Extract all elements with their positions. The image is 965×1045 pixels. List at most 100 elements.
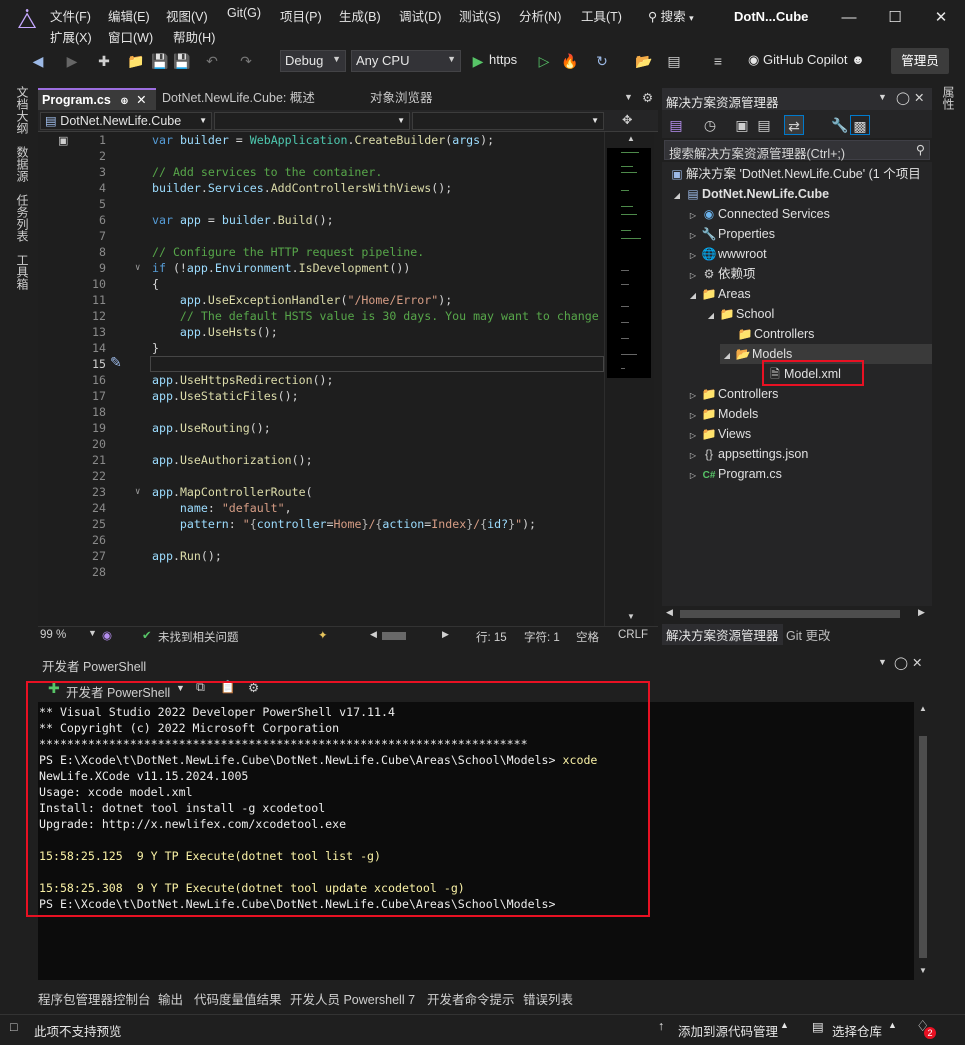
document-outline-tab[interactable]: 文档大纲 bbox=[14, 86, 31, 134]
menu-project[interactable]: 项目(P) bbox=[280, 6, 322, 25]
tab-developer-powershell-7[interactable]: 开发人员 Powershell 7 bbox=[290, 989, 415, 1008]
collapsed-chevron-icon[interactable]: ▷ bbox=[686, 266, 700, 286]
collapsed-chevron-icon[interactable]: ▷ bbox=[686, 386, 700, 406]
scroll-up-icon[interactable]: ▲ bbox=[919, 704, 927, 713]
pin-icon[interactable]: ◯ bbox=[896, 90, 910, 105]
github-copilot-button[interactable]: ◉ GitHub Copilot ☻ bbox=[748, 52, 865, 68]
tree-node-dependencies[interactable]: ▷ ⚙ 依赖项 bbox=[686, 264, 756, 284]
scroll-down-icon[interactable]: ▼ bbox=[627, 612, 635, 621]
horizontal-scroll-thumb[interactable] bbox=[680, 610, 900, 618]
scroll-left-icon[interactable]: ◀ bbox=[370, 629, 377, 640]
tree-node-connected-services[interactable]: ▷ ◉ Connected Services bbox=[686, 204, 830, 224]
tab-package-manager-console[interactable]: 程序包管理器控制台 bbox=[38, 989, 151, 1008]
redo-icon[interactable]: ↷ bbox=[236, 51, 256, 71]
collapsed-chevron-icon[interactable]: ▷ bbox=[686, 206, 700, 226]
scroll-down-icon[interactable]: ▼ bbox=[919, 966, 927, 975]
tab-solution-explorer[interactable]: 解决方案资源管理器 bbox=[662, 624, 783, 645]
horizontal-scroll-thumb[interactable] bbox=[382, 632, 406, 640]
preview-selected-icon[interactable]: ▩ bbox=[850, 115, 870, 135]
align-icon[interactable]: ≡ bbox=[708, 51, 728, 71]
navigate-back-icon[interactable]: ◀ bbox=[28, 51, 48, 71]
split-editor-icon[interactable]: ✥ bbox=[622, 112, 632, 127]
menu-help[interactable]: 帮助(H) bbox=[173, 27, 215, 46]
open-file-icon[interactable]: 📁 bbox=[126, 51, 146, 71]
tab-developer-command-prompt[interactable]: 开发者命令提示 bbox=[427, 989, 515, 1008]
hot-reload-icon[interactable]: 🔥 bbox=[560, 51, 580, 71]
pin-icon[interactable]: ◯ bbox=[894, 655, 908, 670]
expanded-chevron-icon[interactable]: ◢ bbox=[670, 186, 684, 206]
menu-test[interactable]: 测试(S) bbox=[459, 6, 501, 25]
scroll-up-icon[interactable]: ▲ bbox=[627, 134, 635, 143]
scroll-right-icon[interactable]: ▶ bbox=[442, 629, 449, 640]
collapsed-chevron-icon[interactable]: ▷ bbox=[686, 226, 700, 246]
close-icon[interactable]: ✕ bbox=[914, 90, 924, 105]
tab-output[interactable]: 输出 bbox=[158, 989, 183, 1008]
tree-node-controllers[interactable]: ▷ 📁 Controllers bbox=[686, 384, 779, 406]
member-nav-select[interactable]: ▼ bbox=[412, 112, 604, 130]
pin-icon[interactable]: ⊕ bbox=[120, 96, 128, 107]
data-sources-tab[interactable]: 数据源 bbox=[14, 146, 31, 182]
vertical-scroll-thumb[interactable] bbox=[919, 736, 927, 958]
admin-badge[interactable]: 管理员 bbox=[891, 48, 949, 74]
zoom-level[interactable]: 99 % bbox=[40, 629, 66, 641]
save-icon[interactable]: 💾 bbox=[150, 51, 170, 71]
properties-tab[interactable]: 属性 bbox=[940, 86, 957, 110]
menu-edit[interactable]: 编辑(E) bbox=[108, 6, 150, 25]
code-minimap[interactable]: ▲ ▼ bbox=[604, 132, 654, 626]
expanded-chevron-icon[interactable]: ◢ bbox=[686, 286, 700, 306]
whitespace-indicator[interactable]: 空格 bbox=[576, 629, 599, 645]
tree-node-school-controllers[interactable]: 📁 Controllers bbox=[736, 324, 815, 344]
scroll-left-icon[interactable]: ◀ bbox=[666, 607, 673, 618]
tree-node-appsettings[interactable]: ▷ {} appsettings.json bbox=[686, 444, 808, 464]
settings-gear-icon[interactable]: ⚙ bbox=[642, 90, 653, 105]
select-repository[interactable]: 选择仓库 bbox=[832, 1021, 882, 1040]
panel-menu-icon[interactable]: ▼ bbox=[878, 657, 887, 667]
navigate-forward-icon[interactable]: ▶ bbox=[62, 51, 82, 71]
menu-build[interactable]: 生成(B) bbox=[339, 6, 381, 25]
minimap-viewport[interactable] bbox=[607, 148, 651, 378]
tree-node-project[interactable]: ◢ ▤ DotNet.NewLife.Cube bbox=[670, 184, 829, 204]
menu-git[interactable]: Git(G) bbox=[227, 6, 261, 20]
properties-wrench-icon[interactable]: 🔧 bbox=[830, 115, 850, 135]
menu-extensions[interactable]: 扩展(X) bbox=[50, 27, 92, 46]
project-nav-select[interactable]: ▤ DotNet.NewLife.Cube ▼ bbox=[40, 112, 212, 130]
issues-status[interactable]: 未找到相关问题 bbox=[158, 629, 239, 645]
collapse-all-icon[interactable]: ▣ bbox=[732, 115, 752, 135]
show-all-files-icon[interactable]: ▤ bbox=[754, 115, 774, 135]
start-without-debugging-icon[interactable]: ▷ bbox=[534, 51, 554, 71]
scroll-right-icon[interactable]: ▶ bbox=[918, 607, 925, 618]
tree-node-areas[interactable]: ◢ 📁 Areas bbox=[686, 284, 751, 304]
pending-changes-icon[interactable]: ◷ bbox=[700, 115, 720, 135]
menu-tools[interactable]: 工具(T) bbox=[581, 6, 622, 25]
toolbox-tab[interactable]: 工具箱 bbox=[14, 254, 31, 290]
solution-horizontal-scrollbar[interactable]: ◀ ▶ bbox=[662, 606, 932, 622]
sync-active-document-icon[interactable]: ⇄ bbox=[784, 115, 804, 135]
menu-file[interactable]: 文件(F) bbox=[50, 6, 91, 25]
collapsed-chevron-icon[interactable]: ▷ bbox=[686, 446, 700, 466]
folder-icon[interactable]: 📂 bbox=[634, 51, 654, 71]
tree-node-program-cs[interactable]: ▷ C# Program.cs bbox=[686, 464, 782, 484]
tab-git-changes[interactable]: Git 更改 bbox=[786, 625, 830, 644]
menu-debug[interactable]: 调试(D) bbox=[399, 6, 441, 25]
tree-node-solution[interactable]: ▣ 解决方案 'DotNet.NewLife.Cube' (1 个项目 bbox=[668, 164, 920, 184]
tree-node-models[interactable]: ▷ 📁 Models bbox=[686, 404, 758, 424]
add-to-source-control[interactable]: 添加到源代码管理 bbox=[678, 1021, 778, 1040]
collapsed-chevron-icon[interactable]: ▷ bbox=[686, 426, 700, 446]
refresh-icon[interactable]: ↻ bbox=[592, 51, 612, 71]
tree-node-views[interactable]: ▷ 📁 Views bbox=[686, 424, 751, 444]
tab-error-list[interactable]: 错误列表 bbox=[523, 989, 573, 1008]
layout-icon[interactable]: ▤ bbox=[664, 51, 684, 71]
column-indicator[interactable]: 字符: 1 bbox=[524, 629, 560, 645]
fold-chevron-icon[interactable]: ∨ bbox=[135, 484, 140, 500]
fold-chevron-icon[interactable]: ∨ bbox=[135, 260, 140, 276]
start-debugging-icon[interactable]: ▶ bbox=[468, 51, 488, 71]
panel-menu-icon[interactable]: ▼ bbox=[878, 92, 887, 102]
type-nav-select[interactable]: ▼ bbox=[214, 112, 410, 130]
global-search[interactable]: ⚲ 搜索 ▾ bbox=[648, 6, 694, 25]
line-indicator[interactable]: 行: 15 bbox=[476, 629, 507, 645]
menu-view[interactable]: 视图(V) bbox=[166, 6, 208, 25]
collapsed-chevron-icon[interactable]: ▷ bbox=[686, 406, 700, 426]
tree-node-properties[interactable]: ▷ 🔧 Properties bbox=[686, 224, 775, 244]
code-editor[interactable]: ▣ ✎ 1 var builder = WebApplication.Create… bbox=[38, 132, 604, 626]
code-cleanup-icon[interactable]: ✦ bbox=[318, 628, 328, 642]
